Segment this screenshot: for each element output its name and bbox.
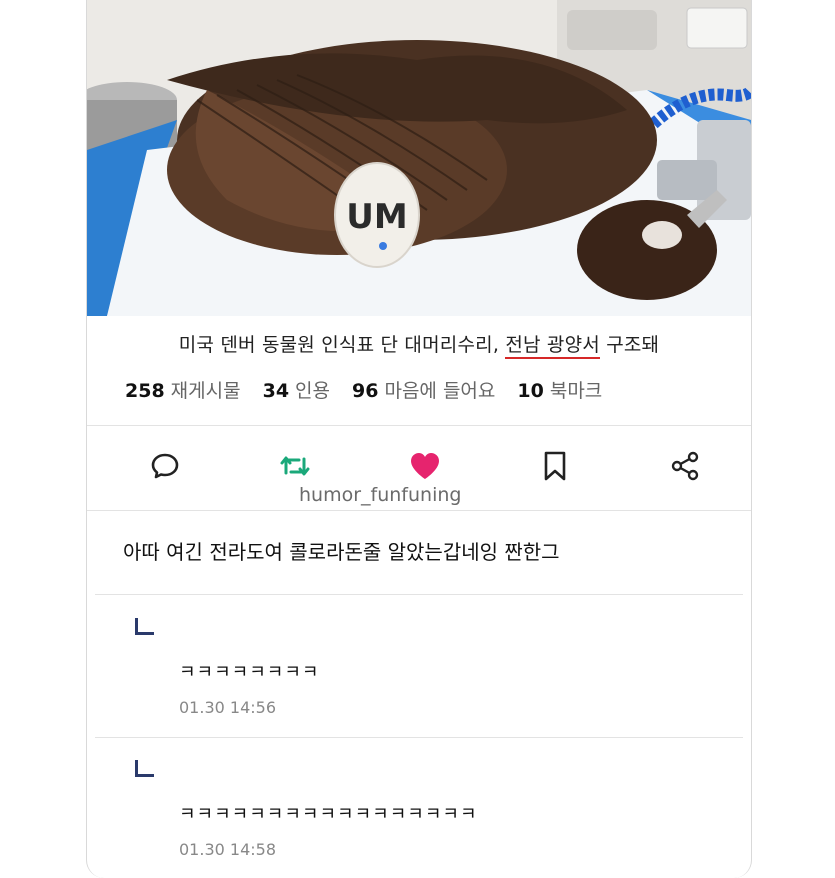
action-bar <box>145 446 705 486</box>
stat-label: 인용 <box>295 380 331 402</box>
stat-number: 10 <box>517 380 544 402</box>
stat-label: 북마크 <box>549 380 603 402</box>
bookmark-icon <box>544 451 566 481</box>
repost-icon <box>280 456 310 476</box>
stat-number: 96 <box>352 380 379 402</box>
reply-arrow-icon <box>135 760 154 777</box>
stat-number: 258 <box>125 380 165 402</box>
vulture-photo-illustration: UM <box>87 0 751 316</box>
stat-label: 마음에 들어요 <box>384 380 496 402</box>
bookmark-button[interactable] <box>535 446 575 486</box>
stat-quotes[interactable]: 34 인용 <box>263 376 330 403</box>
comment-text: 아따 여긴 전라도여 콜로라돈줄 알았는갑네잉 짠한그 <box>123 540 560 564</box>
divider <box>95 594 743 595</box>
repost-button[interactable] <box>275 446 315 486</box>
reply-timestamp: 01.30 14:58 <box>179 840 276 859</box>
caption-highlight: 전남 광양서 <box>505 334 600 359</box>
wing-tag-text: UM <box>346 197 407 237</box>
reply-text: ㅋㅋㅋㅋㅋㅋㅋㅋ <box>179 662 320 683</box>
comment-icon <box>151 453 179 479</box>
caption-part: 구조돼 <box>599 334 660 356</box>
stat-likes[interactable]: 96 마음에 들어요 <box>352 376 495 403</box>
reply-button[interactable] <box>145 446 185 486</box>
post-photo[interactable]: UM <box>87 0 751 316</box>
post-caption: 미국 덴버 동물원 인식표 단 대머리수리, 전남 광양서 구조돼 <box>87 330 751 359</box>
caption-part: 미국 덴버 동물원 인식표 단 대머리수리, <box>178 334 506 356</box>
divider <box>87 425 751 426</box>
stat-number: 34 <box>262 380 290 402</box>
divider <box>87 510 751 511</box>
watermark: humor_funfuning <box>299 484 462 506</box>
heart-icon <box>411 453 439 479</box>
post-stats: 258 재게시물 34 인용 96 마음에 들어요 10 북마크 <box>125 376 602 403</box>
reply-timestamp: 01.30 14:56 <box>179 698 276 717</box>
like-button[interactable] <box>405 446 445 486</box>
reply-arrow-icon <box>135 618 154 635</box>
share-icon <box>671 451 699 481</box>
stat-bookmarks[interactable]: 10 북마크 <box>517 376 602 403</box>
divider <box>95 737 743 738</box>
share-button[interactable] <box>665 446 705 486</box>
stat-label: 재게시물 <box>170 380 241 402</box>
reply-text: ㅋㅋㅋㅋㅋㅋㅋㅋㅋㅋㅋㅋㅋㅋㅋㅋㅋ <box>179 804 478 825</box>
stat-reposts[interactable]: 258 재게시물 <box>125 376 241 403</box>
post-card: UM 미국 덴버 동물원 인식표 단 대머리수리, 전남 광양서 구조돼 258… <box>86 0 752 878</box>
